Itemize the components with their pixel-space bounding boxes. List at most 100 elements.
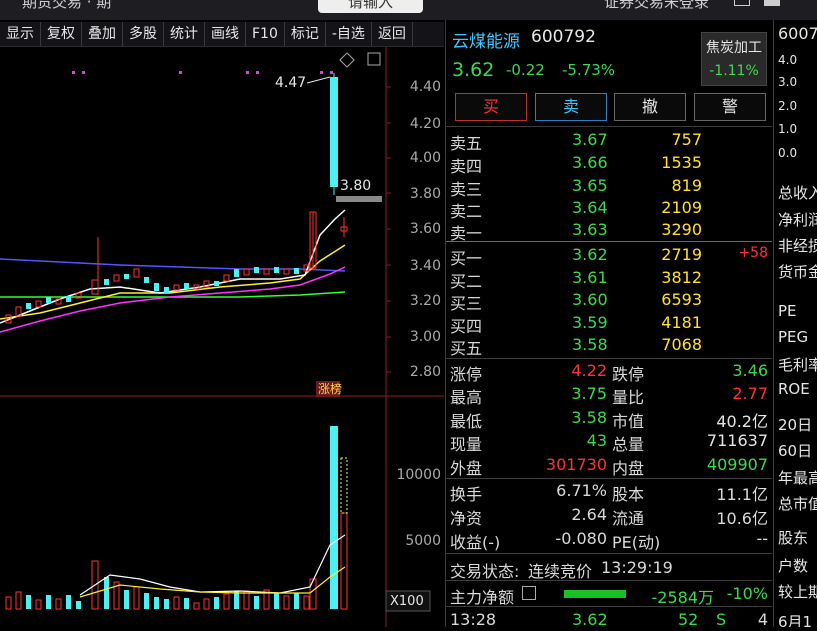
last-price-label: 3.80 bbox=[340, 178, 371, 194]
ask-row[interactable]: 卖四 3.66 1535 bbox=[446, 151, 772, 176]
last-price-line bbox=[336, 196, 382, 202]
bid-volume: 6593 bbox=[661, 290, 702, 309]
top-strip: 期货交易 · 期 请输入 证券交易未登录 bbox=[0, 0, 817, 20]
main-flow-row[interactable]: 主力净额 -2584万 -10% bbox=[446, 582, 772, 607]
volume-tick: 5000 bbox=[405, 533, 441, 549]
ask-volume: 819 bbox=[671, 176, 702, 195]
separator bbox=[446, 580, 772, 581]
minimize-icon[interactable] bbox=[734, 0, 750, 6]
top-strip-right[interactable]: 证券交易未登录 bbox=[604, 0, 709, 12]
toolbar-display[interactable]: 显示 bbox=[0, 22, 41, 46]
ask-volume: 3290 bbox=[661, 220, 702, 239]
ask-row[interactable]: 卖一 3.63 3290 bbox=[446, 218, 772, 243]
bid-price: 3.58 bbox=[572, 335, 608, 354]
toolbar-mark[interactable]: 标记 bbox=[285, 22, 326, 46]
toolbar-stats[interactable]: 统计 bbox=[164, 22, 205, 46]
sector-pct: -1.11% bbox=[709, 63, 759, 79]
quote-panel: 云煤能源 600792 3.62 -0.22 -5.73% 焦炭加工 -1.11… bbox=[446, 22, 772, 629]
toolbar-f10[interactable]: F10 bbox=[246, 22, 285, 46]
toolbar-back[interactable]: 返回 bbox=[372, 22, 413, 46]
cancel-button[interactable]: 撤 bbox=[614, 93, 686, 121]
stat-row: 最高 3.75 量比 2.77 bbox=[450, 384, 768, 407]
bid-delta: +58 bbox=[738, 245, 768, 261]
vol-ma5-line bbox=[79, 534, 346, 596]
ask-price: 3.63 bbox=[572, 220, 608, 239]
ma10-line bbox=[0, 244, 346, 320]
ask-volume: 2109 bbox=[661, 198, 702, 217]
kline-chart-svg: 4.40 4.20 4.00 3.80 3.60 3.40 3.20 3.00 … bbox=[0, 47, 444, 627]
price-tick: 3.80 bbox=[410, 186, 441, 202]
stat-row: 现量 43 总量 711637 bbox=[450, 431, 768, 454]
bid-volume: 3812 bbox=[661, 268, 702, 287]
main-flow-label: 主力净额 bbox=[450, 588, 515, 607]
maximize-icon[interactable] bbox=[764, 0, 780, 6]
bid-price: 3.59 bbox=[572, 313, 608, 332]
right-code: 6007 bbox=[778, 24, 817, 43]
price-tick: 3.00 bbox=[410, 329, 441, 345]
bid-volume: 4181 bbox=[661, 313, 702, 332]
toolbar-multi[interactable]: 多股 bbox=[123, 22, 164, 46]
ask-price: 3.66 bbox=[572, 153, 608, 172]
signal-markers bbox=[72, 71, 333, 74]
toolbar-adjust[interactable]: 复权 bbox=[41, 22, 82, 46]
toolbar-watchlist[interactable]: -自选 bbox=[326, 22, 372, 46]
stat-row: 换手 6.71% 股本 11.1亿 bbox=[450, 481, 768, 504]
price-tick-marks bbox=[386, 86, 391, 373]
separator bbox=[446, 606, 772, 607]
price-change-pct: -5.73% bbox=[562, 61, 616, 79]
price-change: -0.22 bbox=[506, 61, 545, 79]
separator bbox=[446, 126, 772, 127]
toolbar-draw[interactable]: 画线 bbox=[205, 22, 246, 46]
rank-badge: 涨榜 bbox=[318, 381, 342, 396]
tick-row: 13:28 3.62 52 S 4 bbox=[450, 610, 768, 629]
kline-chart-area[interactable]: 4.40 4.20 4.00 3.80 3.60 3.40 3.20 3.00 … bbox=[0, 47, 444, 627]
main-flow-bar bbox=[564, 590, 626, 598]
panel-toggle-icon[interactable] bbox=[367, 52, 381, 66]
bid-volume: 2719 bbox=[661, 245, 702, 264]
ask-row[interactable]: 卖二 3.64 2109 bbox=[446, 196, 772, 221]
buy-button[interactable]: 买 bbox=[455, 93, 527, 121]
volume-tick: 10000 bbox=[396, 467, 441, 483]
separator bbox=[446, 553, 772, 554]
trade-status-row: 交易状态: 连续竞价 13:29:19 bbox=[450, 558, 673, 581]
sector-box[interactable]: 焦炭加工 -1.11% bbox=[701, 32, 767, 86]
stat-row: 净资 2.64 流通 10.6亿 bbox=[450, 505, 768, 528]
sector-name: 焦炭加工 bbox=[706, 40, 762, 56]
diamond-icon[interactable] bbox=[339, 52, 355, 68]
price-tick: 4.00 bbox=[410, 150, 441, 166]
bid-price: 3.60 bbox=[572, 290, 608, 309]
bid-row[interactable]: 买一 3.62 2719 +58 bbox=[446, 243, 772, 268]
price-tick: 3.60 bbox=[410, 221, 441, 237]
ask-volume: 1535 bbox=[661, 153, 702, 172]
stat-row: 涨停 4.22 跌停 3.46 bbox=[450, 361, 768, 384]
stock-name[interactable]: 云煤能源 bbox=[452, 27, 520, 52]
stat-row: 最低 3.58 市值 40.2亿 bbox=[450, 408, 768, 431]
bid-label: 买五 bbox=[450, 339, 483, 358]
ask-row[interactable]: 卖五 3.67 757 bbox=[446, 128, 772, 153]
stock-code: 600792 bbox=[531, 27, 596, 47]
bid-volume: 7068 bbox=[661, 335, 702, 354]
ask-volume: 757 bbox=[671, 130, 702, 149]
top-search-input[interactable]: 请输入 bbox=[318, 0, 424, 13]
ask-price: 3.65 bbox=[572, 176, 608, 195]
stat-row: 收益(-) -0.080 PE(动) -- bbox=[450, 529, 768, 552]
sell-button[interactable]: 卖 bbox=[535, 93, 607, 121]
candlesticks bbox=[5, 73, 382, 324]
ma-long-line bbox=[0, 258, 346, 272]
alert-button[interactable]: 警 bbox=[694, 93, 766, 121]
high-price-leader bbox=[306, 76, 331, 84]
ask-price: 3.67 bbox=[572, 130, 608, 149]
current-price: 3.62 bbox=[452, 59, 495, 81]
bid-row[interactable]: 买二 3.61 3812 bbox=[446, 266, 772, 291]
toolbar-overlay[interactable]: 叠加 bbox=[82, 22, 123, 46]
list-icon[interactable] bbox=[522, 586, 536, 600]
bid-row[interactable]: 买五 3.58 7068 bbox=[446, 333, 772, 358]
bid-row[interactable]: 买三 3.60 6593 bbox=[446, 288, 772, 313]
bid-row[interactable]: 买四 3.59 4181 bbox=[446, 311, 772, 336]
price-tick: 4.20 bbox=[410, 116, 441, 132]
bid-price: 3.61 bbox=[572, 268, 608, 287]
main-flow-amount: -2584万 bbox=[651, 588, 715, 607]
stat-row: 外盘 301730 内盘 409907 bbox=[450, 455, 768, 478]
ask-row[interactable]: 卖三 3.65 819 bbox=[446, 174, 772, 199]
main-flow-pct: -10% bbox=[726, 584, 768, 603]
